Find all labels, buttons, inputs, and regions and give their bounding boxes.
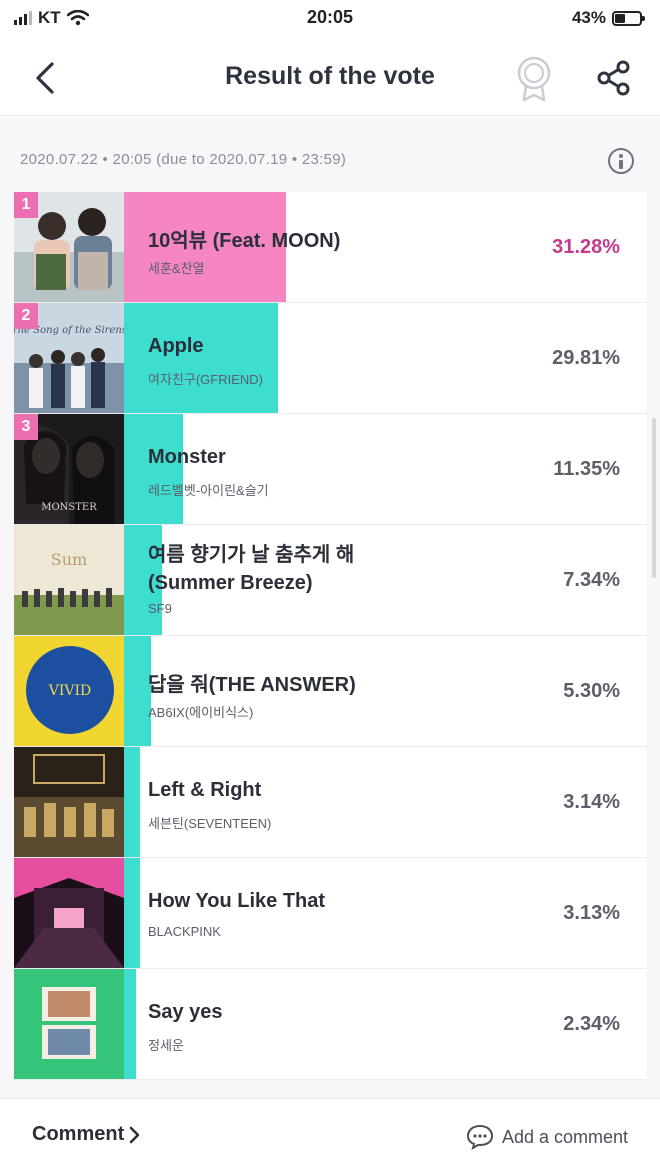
vote-percent: 3.14%: [563, 791, 620, 813]
list-item[interactable]: MONSTER 3 Monster 레드벨벳-아이린&슬기 11.35%: [14, 414, 646, 525]
album-art: [14, 969, 124, 1079]
vote-percent: 5.30%: [563, 680, 620, 702]
album-art: MONSTER 3: [14, 414, 124, 524]
share-button[interactable]: [594, 58, 634, 98]
vote-list: 1 10억뷰 (Feat. MOON) 세훈&찬열 31.28% The Son…: [14, 192, 646, 1080]
vote-percent: 2.34%: [563, 1013, 620, 1035]
album-art: Sum: [14, 525, 124, 635]
list-item[interactable]: Say yes 정세운 2.34%: [14, 969, 646, 1080]
album-art: The Song of the Sirens 2: [14, 303, 124, 413]
album-art: VIVID: [14, 636, 124, 746]
add-comment-label: Add a comment: [501, 1126, 628, 1147]
vote-bar: [124, 747, 141, 857]
album-art-text: MONSTER: [41, 502, 97, 513]
vote-percent: 29.81%: [552, 347, 620, 369]
song-artist: 세훈&찬열: [148, 261, 205, 276]
medal-icon: [517, 56, 551, 102]
song-title: 답을 줘(THE ANSWER): [148, 674, 356, 696]
medal-button[interactable]: [514, 54, 554, 102]
battery-fill: [615, 13, 626, 23]
vote-bar: [124, 303, 279, 413]
album-art: [14, 747, 124, 857]
song-title: How You Like That: [148, 890, 326, 912]
song-artist: SF9: [148, 601, 172, 616]
share-icon: [597, 60, 630, 96]
list-item[interactable]: The Song of the Sirens 2 Apple 여자친구(GFRI…: [14, 303, 646, 414]
album-art-text: VIVID: [48, 683, 92, 699]
song-artist: AB6IX(에이비식스): [148, 705, 254, 720]
rank-badge: 2: [14, 303, 38, 329]
battery-percent: 43%: [571, 8, 606, 27]
song-title: Say yes: [148, 1001, 223, 1023]
rank-badge: 3: [14, 414, 38, 440]
song-title: Monster: [148, 446, 226, 468]
comment-button[interactable]: Comment: [32, 1123, 142, 1146]
status-right: 43%: [571, 8, 645, 28]
page-title: Result of the vote: [225, 62, 435, 90]
song-artist: 여자친구(GFRIEND): [148, 372, 263, 387]
vote-timestamp: 2020.07.22 • 20:05 (due to 2020.07.19 • …: [20, 151, 347, 168]
battery-icon: [612, 10, 645, 26]
list-item[interactable]: VIVID 답을 줘(THE ANSWER) AB6IX(에이비식스) 5.30…: [14, 636, 646, 747]
album-art-text: Sum: [51, 550, 87, 569]
add-comment-button[interactable]: Add a comment: [466, 1124, 628, 1150]
bottom-bar: Comment Add a comment: [0, 1098, 660, 1173]
scrollbar[interactable]: [652, 418, 656, 578]
comment-bubble-icon: [466, 1124, 493, 1150]
list-item[interactable]: 1 10억뷰 (Feat. MOON) 세훈&찬열 31.28%: [14, 192, 646, 303]
vote-percent: 3.13%: [563, 902, 620, 924]
vote-percent: 11.35%: [553, 458, 620, 480]
song-artist: 세븐틴(SEVENTEEN): [148, 816, 272, 831]
song-title: Apple: [148, 335, 204, 357]
nav-bar: Result of the vote: [0, 40, 660, 116]
vote-bar: [124, 969, 137, 1079]
info-icon[interactable]: [608, 148, 634, 174]
list-item[interactable]: How You Like That BLACKPINK 3.13%: [14, 858, 646, 969]
song-title: Left & Right: [148, 779, 262, 801]
album-art: [14, 858, 124, 968]
chevron-right-icon: [129, 1126, 140, 1143]
song-title: 10억뷰 (Feat. MOON): [148, 230, 341, 252]
song-title: 여름 향기가 날 춤추게 해 (Summer Breeze): [148, 544, 355, 594]
list-item[interactable]: Sum 여름 향기가 날 춤추게 해 (Summer Breeze) SF9 7…: [14, 525, 646, 636]
vote-percent: 7.34%: [563, 569, 620, 591]
album-art: 1: [14, 192, 124, 302]
comment-label: Comment: [32, 1123, 125, 1145]
vote-bar: [124, 858, 141, 968]
status-bar: KT 20:05 43%: [0, 0, 660, 36]
list-item[interactable]: Left & Right 세븐틴(SEVENTEEN) 3.14%: [14, 747, 646, 858]
meta-row: 2020.07.22 • 20:05 (due to 2020.07.19 • …: [0, 118, 660, 190]
song-artist: 레드벨벳-아이린&슬기: [148, 483, 269, 498]
song-artist: BLACKPINK: [148, 924, 221, 939]
rank-badge: 1: [14, 192, 38, 218]
vote-results-content[interactable]: 2020.07.22 • 20:05 (due to 2020.07.19 • …: [0, 118, 660, 1098]
vote-bar: [124, 414, 183, 524]
status-time: 20:05: [306, 7, 354, 27]
vote-percent: 31.28%: [552, 236, 620, 258]
song-artist: 정세운: [148, 1038, 184, 1053]
